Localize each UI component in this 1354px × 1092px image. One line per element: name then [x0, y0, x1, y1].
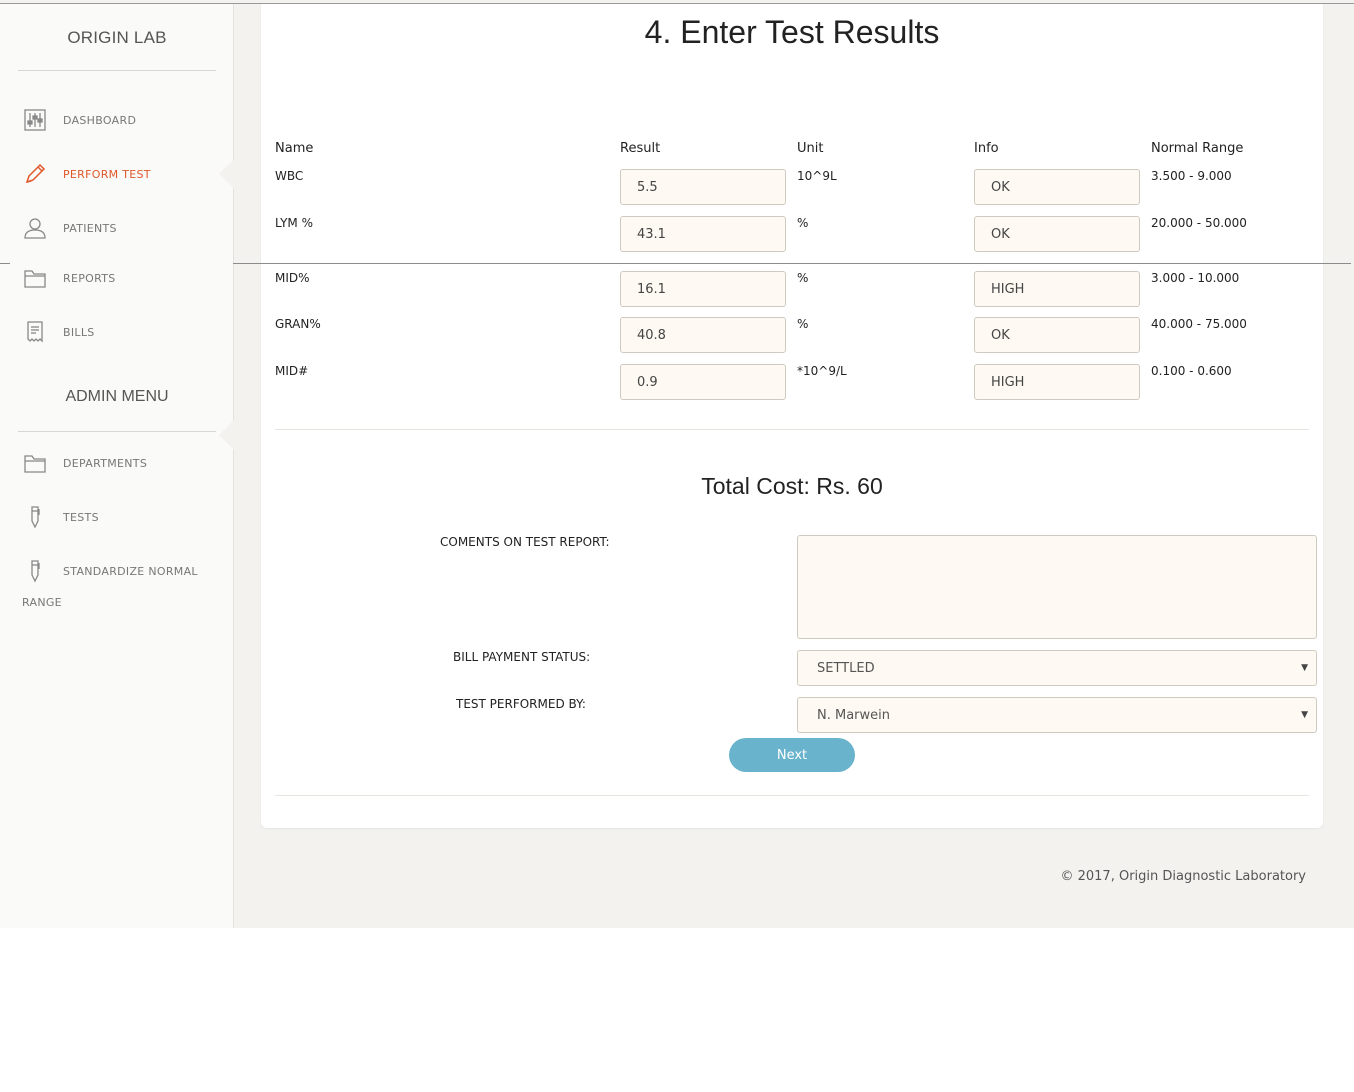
folder-icon [22, 265, 48, 291]
sidebar-item-label: DASHBOARD [63, 113, 137, 127]
sidebar-item-label: BILLS [63, 325, 95, 339]
comments-textarea[interactable] [797, 535, 1317, 639]
test-name: MID% [275, 271, 310, 285]
chevron-down-icon: ▼ [1301, 710, 1308, 720]
sidebar-item-dashboard[interactable]: DASHBOARD [22, 105, 232, 135]
performed-by-value: N. Marwein [817, 707, 890, 723]
normal-range-text: 3.500 - 9.000 [1151, 169, 1232, 183]
app-window: ORIGIN LAB DASHBOARD PERFORM TEST PATIEN… [0, 0, 1354, 928]
sidebar-item-standardize-normal-range[interactable]: STANDARDIZE NORMAL [22, 556, 232, 586]
sidebar-item-bills[interactable]: BILLS [22, 317, 232, 347]
sidebar-item-patients[interactable]: PATIENTS [22, 213, 232, 243]
pencil-icon [22, 161, 48, 187]
sidebar-item-tests[interactable]: TESTS [22, 502, 232, 532]
admin-menu-heading: ADMIN MENU [65, 388, 169, 405]
unit-text: % [797, 216, 809, 230]
normal-range-text: 3.000 - 10.000 [1151, 271, 1240, 285]
total-cost: Total Cost: Rs. 60 [701, 473, 883, 499]
sidebar-item-departments[interactable]: DEPARTMENTS [22, 448, 232, 478]
info-field[interactable]: HIGH [974, 271, 1140, 307]
receipt-icon [22, 319, 48, 345]
test-name: MID# [275, 364, 309, 378]
sidebar-item-perform-test[interactable]: PERFORM TEST [22, 159, 232, 189]
section-divider [275, 795, 1309, 796]
active-indicator [219, 159, 234, 189]
result-input[interactable]: 43.1 [620, 216, 786, 252]
section-divider [275, 429, 1309, 430]
page-title: 4. Enter Test Results [644, 14, 940, 50]
column-header-unit: Unit [797, 141, 824, 156]
sliders-icon [22, 107, 48, 133]
column-header-normal-range: Normal Range [1151, 141, 1244, 156]
test-name: WBC [275, 169, 304, 183]
payment-status-value: SETTLED [817, 660, 875, 676]
sidebar: ORIGIN LAB DASHBOARD PERFORM TEST PATIEN… [0, 4, 234, 928]
brand-title: ORIGIN LAB [67, 28, 167, 47]
test-name: LYM % [275, 216, 313, 230]
sidebar-divider [18, 70, 216, 71]
result-input[interactable]: 16.1 [620, 271, 786, 307]
comments-label: COMENTS ON TEST REPORT: [440, 535, 610, 549]
normal-range-text: 40.000 - 75.000 [1151, 317, 1247, 331]
payment-status-label: BILL PAYMENT STATUS: [453, 650, 591, 664]
column-header-name: Name [275, 141, 314, 156]
footer-copyright: © 2017, Origin Diagnostic Laboratory [1060, 869, 1306, 884]
normal-range-text: 20.000 - 50.000 [1151, 216, 1247, 230]
sidebar-item-label: STANDARDIZE NORMAL [63, 564, 198, 578]
payment-status-select[interactable]: SETTLED ▼ [797, 650, 1317, 686]
test-name: GRAN% [275, 317, 321, 331]
unit-text: % [797, 271, 809, 285]
result-input[interactable]: 40.8 [620, 317, 786, 353]
result-input[interactable]: 5.5 [620, 169, 786, 205]
chevron-down-icon: ▼ [1301, 663, 1308, 673]
horizontal-divider-line [0, 263, 10, 264]
next-button[interactable]: Next [729, 738, 855, 772]
pen-icon [22, 558, 48, 584]
info-field[interactable]: HIGH [974, 364, 1140, 400]
info-field[interactable]: OK [974, 317, 1140, 353]
sidebar-item-reports[interactable]: REPORTS [22, 263, 232, 293]
sidebar-item-label-wrap: RANGE [22, 596, 62, 609]
sidebar-item-label: TESTS [63, 510, 99, 524]
sidebar-item-label: REPORTS [63, 271, 116, 285]
performed-by-label: TEST PERFORMED BY: [456, 697, 586, 711]
column-header-result: Result [620, 141, 661, 156]
folder-icon [22, 450, 48, 476]
result-input[interactable]: 0.9 [620, 364, 786, 400]
sidebar-item-label: PERFORM TEST [63, 167, 151, 181]
admin-indicator [219, 420, 234, 450]
unit-text: *10^9/L [797, 364, 847, 378]
user-icon [22, 215, 48, 241]
sidebar-item-label: DEPARTMENTS [63, 456, 148, 470]
horizontal-divider-line [233, 263, 1351, 264]
unit-text: % [797, 317, 809, 331]
sidebar-item-label: PATIENTS [63, 221, 117, 235]
info-field[interactable]: OK [974, 169, 1140, 205]
column-header-info: Info [974, 141, 999, 156]
normal-range-text: 0.100 - 0.600 [1151, 364, 1232, 378]
performed-by-select[interactable]: N. Marwein ▼ [797, 697, 1317, 733]
pen-icon [22, 504, 48, 530]
unit-text: 10^9L [797, 169, 837, 183]
sidebar-divider [18, 431, 216, 432]
info-field[interactable]: OK [974, 216, 1140, 252]
